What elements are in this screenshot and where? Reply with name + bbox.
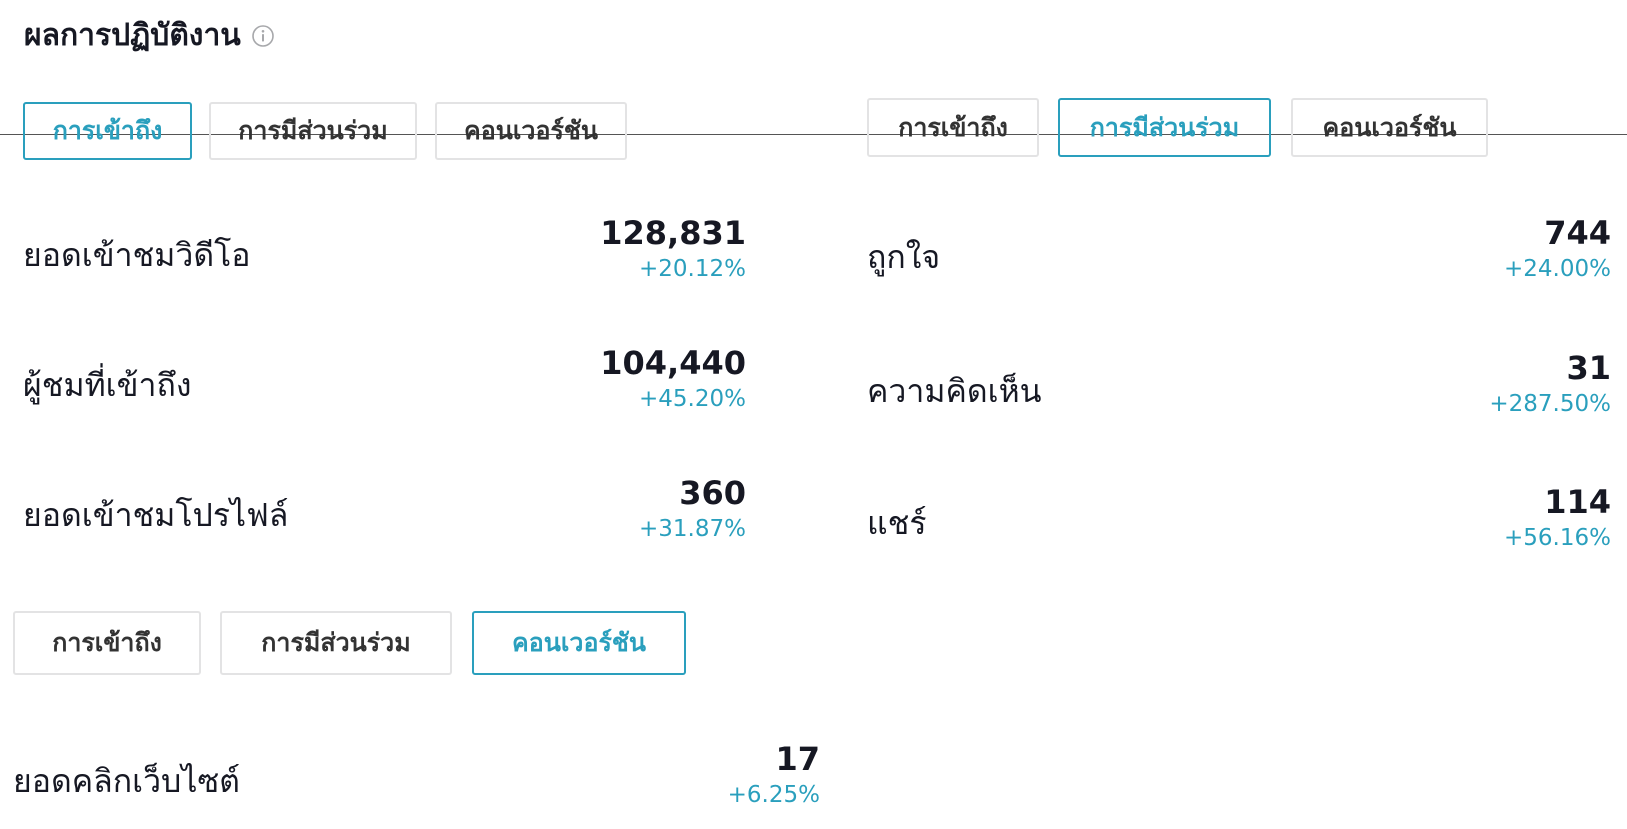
metric-label-shares: แชร์ [867, 504, 927, 542]
header: ผลการปฏิบัติงาน [24, 12, 275, 59]
metric-value-reached-audience: 104,440 [600, 344, 746, 382]
metric-label-profile-views: ยอดเข้าชมโปรไฟล์ [23, 496, 289, 534]
tab-reach[interactable]: การเข้าถึง [23, 102, 192, 160]
page-title: ผลการปฏิบัติงาน [24, 18, 241, 53]
tab-reach-2[interactable]: การเข้าถึง [867, 98, 1039, 157]
metric-label-likes: ถูกใจ [867, 238, 941, 276]
metric-value-website-clicks: 17 [775, 740, 820, 778]
tab-engagement[interactable]: การมีส่วนร่วม [209, 102, 417, 160]
metric-value-shares: 114 [1544, 483, 1611, 521]
metric-change-shares: +56.16% [1504, 525, 1611, 551]
metric-label-video-views: ยอดเข้าชมวิดีโอ [23, 236, 251, 274]
metric-change-website-clicks: +6.25% [727, 782, 820, 808]
tab-conversion[interactable]: คอนเวอร์ชัน [435, 102, 627, 160]
info-circle-icon[interactable] [251, 24, 275, 48]
tab-conversion-2[interactable]: คอนเวอร์ชัน [1291, 98, 1488, 157]
tab-reach-3[interactable]: การเข้าถึง [13, 611, 201, 675]
metric-label-reached-audience: ผู้ชมที่เข้าถึง [23, 366, 192, 404]
metric-label-comments: ความคิดเห็น [867, 372, 1042, 410]
metric-change-likes: +24.00% [1504, 256, 1611, 282]
metric-change-comments: +287.50% [1489, 391, 1611, 417]
metric-change-video-views: +20.12% [639, 256, 746, 282]
metric-value-comments: 31 [1566, 349, 1611, 387]
tab-engagement-2[interactable]: การมีส่วนร่วม [1058, 98, 1271, 157]
performance-page: ผลการปฏิบัติงาน การเข้าถึง การมีส่วนร่วม… [0, 0, 1627, 829]
metric-value-video-views: 128,831 [600, 214, 746, 252]
tab-engagement-3[interactable]: การมีส่วนร่วม [220, 611, 452, 675]
metric-change-reached-audience: +45.20% [639, 386, 746, 412]
metric-value-profile-views: 360 [679, 474, 746, 512]
metric-change-profile-views: +31.87% [639, 516, 746, 542]
metric-value-likes: 744 [1544, 214, 1611, 252]
metric-label-website-clicks: ยอดคลิกเว็บไซต์ [13, 762, 240, 800]
tab-conversion-3[interactable]: คอนเวอร์ชัน [472, 611, 686, 675]
